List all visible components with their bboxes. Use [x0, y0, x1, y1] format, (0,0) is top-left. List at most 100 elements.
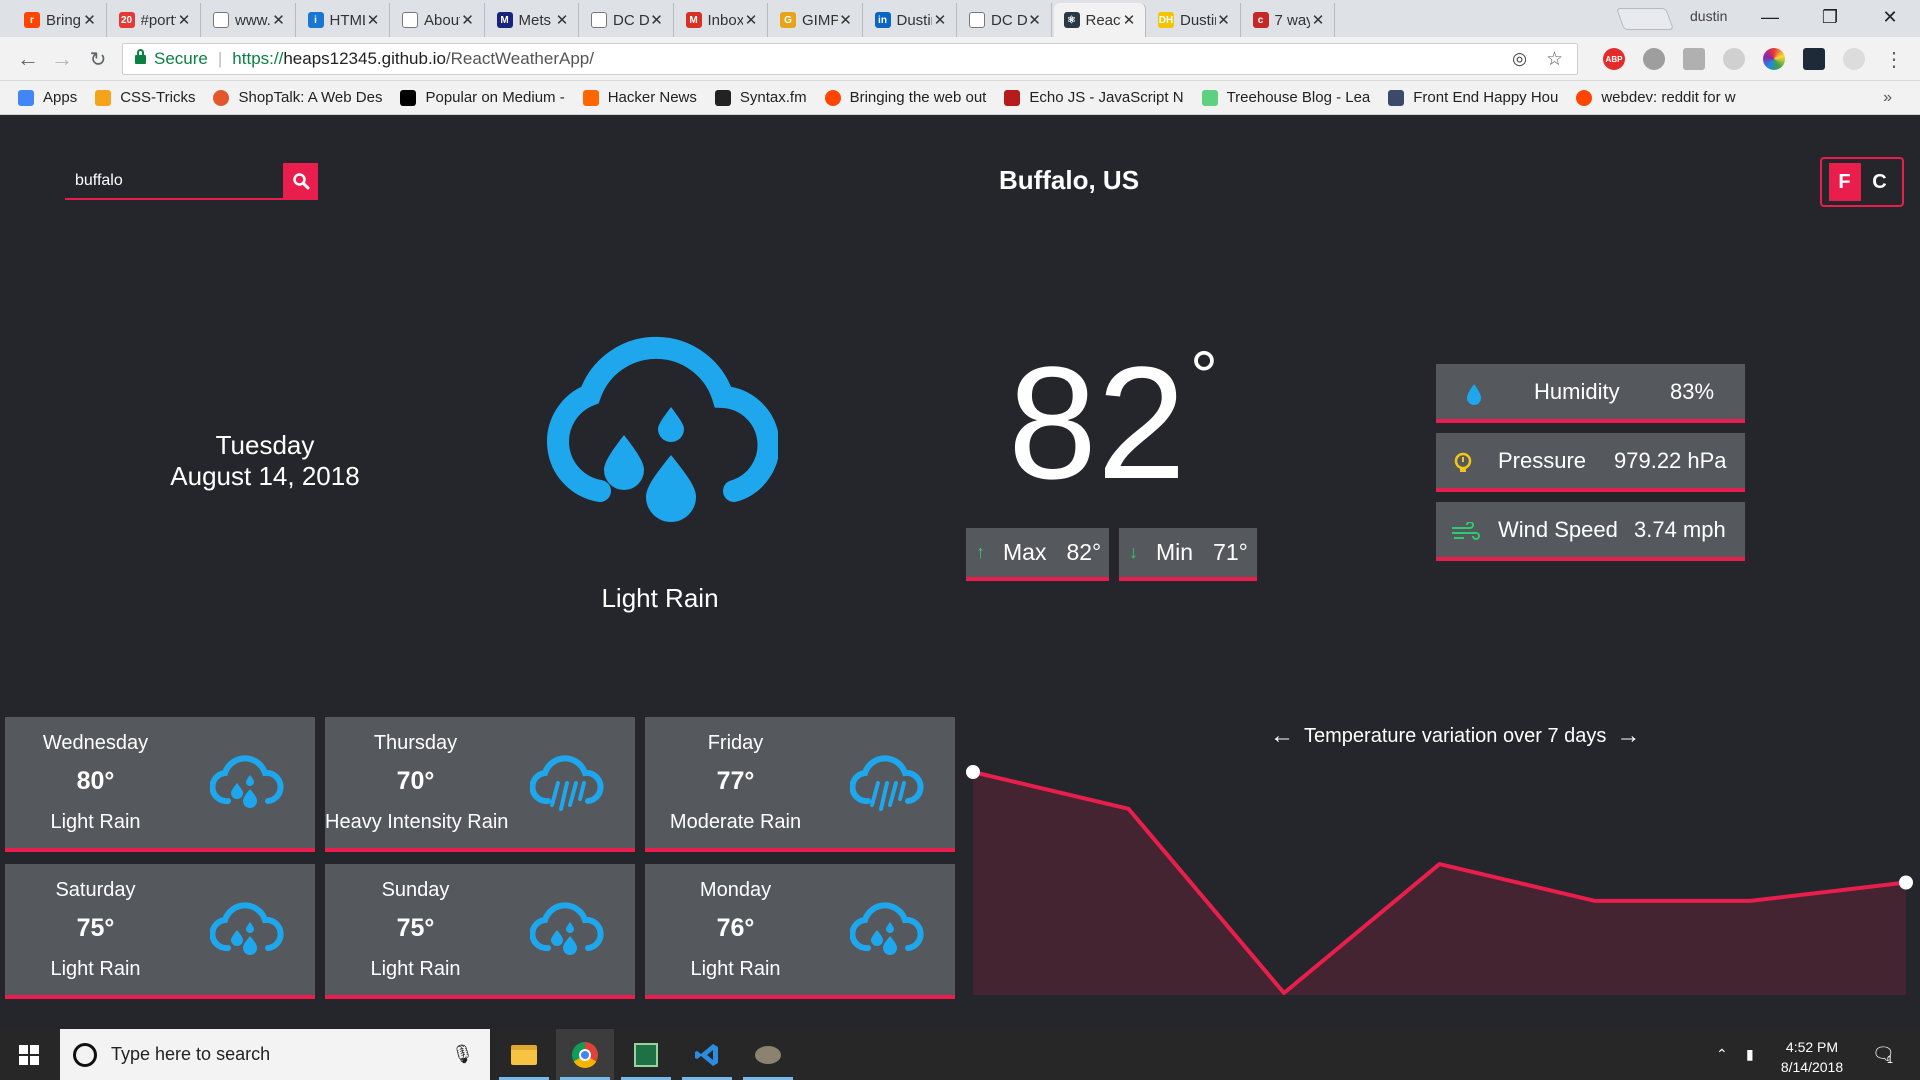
bookmark-item[interactable]: Apps [18, 89, 77, 106]
location-target-icon[interactable]: ◎ [1512, 49, 1527, 69]
tab-close-icon[interactable]: ✕ [838, 11, 854, 29]
back-arrow-icon[interactable]: ← [14, 45, 42, 73]
reload-icon[interactable]: ↻ [84, 45, 112, 73]
tab-close-icon[interactable]: ✕ [743, 11, 759, 29]
microphone-icon[interactable]: 🎙 [451, 1044, 474, 1065]
browser-tab[interactable]: G GIMP ✕ [770, 3, 863, 37]
celsius-button[interactable]: C [1864, 163, 1896, 201]
chart-area-fill [973, 772, 1906, 995]
taskbar-search-box[interactable]: Type here to search 🎙 [60, 1029, 490, 1080]
address-bar[interactable]: Secure | https://heaps12345.github.io/Re… [122, 43, 1578, 75]
browser-tab[interactable]: About ✕ [392, 3, 485, 37]
bookmark-star-icon[interactable]: ☆ [1546, 48, 1563, 71]
chart-prev-arrow-icon[interactable]: ← [1270, 722, 1294, 750]
tab-close-icon[interactable]: ✕ [554, 11, 570, 29]
tab-title: Bringi [46, 11, 82, 29]
current-full-date: August 14, 2018 [170, 461, 360, 491]
new-tab-button[interactable] [1615, 8, 1675, 30]
file-explorer-icon[interactable] [495, 1029, 553, 1080]
tab-title: DC De [613, 11, 649, 29]
close-window-button[interactable]: ✕ [1860, 0, 1920, 34]
browser-tab[interactable]: DC De✕ [959, 3, 1052, 37]
browser-tab[interactable]: 20 #portf ✕ [108, 3, 201, 37]
browser-tab[interactable]: i HTML✕ [297, 3, 390, 37]
tab-close-icon[interactable]: ✕ [176, 11, 192, 29]
tab-close-icon[interactable]: ✕ [271, 11, 287, 29]
bookmark-label: Syntax.fm [739, 89, 807, 106]
forecast-temp: 77° [716, 767, 755, 795]
bookmark-item[interactable]: Syntax.fm [714, 89, 807, 106]
weather-app: Buffalo, US F C Tuesday August 14, 2018 … [0, 115, 1920, 1029]
chart-next-arrow-icon[interactable]: → [1616, 722, 1640, 750]
gimp-icon[interactable] [739, 1029, 797, 1080]
profile-name[interactable]: dustin [1690, 8, 1727, 24]
tab-close-icon[interactable]: ✕ [1310, 11, 1326, 29]
color-picker-extension-icon[interactable] [1763, 48, 1785, 70]
bookmark-item[interactable]: Treehouse Blog - Lea [1201, 89, 1370, 106]
bookmark-item[interactable]: Echo JS - JavaScript N [1004, 89, 1184, 106]
notification-count: 1 [1886, 1053, 1893, 1066]
secure-indicator[interactable]: Secure [135, 48, 208, 69]
extension-leaf-icon[interactable] [1723, 48, 1745, 70]
browser-tab[interactable]: in Dustir ✕ [864, 3, 957, 37]
tab-close-icon[interactable]: ✕ [1121, 11, 1137, 29]
browser-tab[interactable]: M Inbox ✕ [675, 3, 768, 37]
rain-cloud-icon [210, 902, 284, 955]
notifications-icon[interactable]: 🗨 1 [1872, 1029, 1895, 1080]
dh-icon: DH [1158, 12, 1174, 28]
bookmark-item[interactable]: webdev: reddit for w [1576, 89, 1736, 106]
browser-tab[interactable]: ⚛ React ✕ [1053, 3, 1146, 37]
current-weekday: Tuesday [215, 430, 315, 460]
react-devtools-extension-icon[interactable] [1803, 48, 1825, 70]
spreadsheet-app-icon[interactable] [617, 1029, 675, 1080]
start-button[interactable] [0, 1029, 58, 1080]
tray-overflow-icon[interactable]: ⌃ [1716, 1029, 1728, 1080]
extension-light-icon[interactable] [1843, 48, 1865, 70]
chrome-icon[interactable] [556, 1029, 614, 1080]
bookmark-item[interactable]: ShopTalk: A Web Des [213, 89, 382, 106]
tab-title: Dustir [896, 11, 933, 29]
bookmark-item[interactable]: Bringing the web out [824, 89, 986, 106]
chart-point[interactable] [1899, 875, 1913, 890]
chart-point[interactable] [966, 765, 980, 779]
extension-folder-icon[interactable] [1683, 48, 1705, 70]
battery-icon[interactable]: ▮ [1746, 1029, 1754, 1080]
browser-tab[interactable]: DH Dustir ✕ [1148, 3, 1241, 37]
forward-arrow-icon[interactable]: → [48, 45, 76, 73]
tab-close-icon[interactable]: ✕ [460, 11, 476, 29]
bookmark-item[interactable]: Front End Happy Hou [1388, 89, 1558, 106]
tab-close-icon[interactable]: ✕ [649, 11, 665, 29]
menu-kebab-icon[interactable]: ⋮ [1880, 45, 1908, 73]
heavy-rain-cloud-icon [530, 755, 604, 811]
minimize-button[interactable]: — [1740, 0, 1800, 34]
taskbar-clock[interactable]: 4:52 PM 8/14/2018 [1766, 1037, 1858, 1077]
browser-tab[interactable]: c 7 way ✕ [1242, 3, 1335, 37]
bookmark-item[interactable]: Popular on Medium - [400, 89, 565, 106]
pressure-stat: Pressure 979.22 hPa [1436, 433, 1745, 492]
forecast-card: Friday 77° Moderate Rain [645, 717, 955, 852]
shoptalk-icon [213, 89, 230, 106]
maximize-button[interactable]: ❐ [1800, 0, 1860, 34]
browser-tab[interactable]: DC De✕ [581, 3, 674, 37]
tab-title: GIMP [802, 11, 838, 29]
browser-tab[interactable]: www.y✕ [203, 3, 296, 37]
tab-close-icon[interactable]: ✕ [365, 11, 381, 29]
fahrenheit-button[interactable]: F [1828, 163, 1861, 201]
bookmarks-overflow-icon[interactable]: » [1883, 89, 1892, 107]
pressure-bulb-icon [1454, 452, 1472, 472]
tab-close-icon[interactable]: ✕ [932, 11, 948, 29]
tab-close-icon[interactable]: ✕ [1027, 11, 1043, 29]
tab-close-icon[interactable]: ✕ [1216, 11, 1232, 29]
cortana-icon [73, 1042, 97, 1067]
adblock-extension-icon[interactable]: ABP [1603, 48, 1625, 70]
forecast-day: Thursday [373, 732, 458, 754]
browser-tab[interactable]: r Bringi ✕ [14, 3, 107, 37]
tab-close-icon[interactable]: ✕ [82, 11, 98, 29]
forecast-description: Light Rain [690, 958, 781, 980]
forecast-temp: 76° [716, 914, 755, 942]
extension-gray-icon[interactable] [1643, 48, 1665, 70]
browser-tab[interactable]: M Mets ✕ [486, 3, 579, 37]
vscode-icon[interactable] [678, 1029, 736, 1080]
bookmark-item[interactable]: CSS-Tricks [95, 89, 195, 106]
bookmark-item[interactable]: Hacker News [582, 89, 697, 106]
